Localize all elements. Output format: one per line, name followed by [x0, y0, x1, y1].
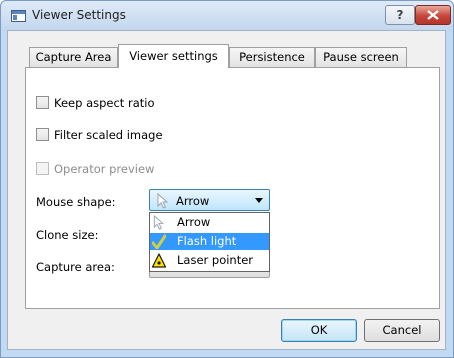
dropdown-option-laser-pointer[interactable]: Laser pointer [150, 252, 269, 269]
operator-preview-label: Operator preview [54, 162, 155, 176]
tab-viewer-settings[interactable]: Viewer settings [118, 44, 229, 68]
tab-pause-screen[interactable]: Pause screen [315, 47, 407, 67]
tab-persistence[interactable]: Persistence [229, 47, 315, 67]
mouse-shape-selected-value: Arrow [176, 194, 210, 208]
dropdown-option-flash-light[interactable]: Flash light [150, 233, 269, 250]
capture-area-label: Capture area: [36, 260, 115, 274]
app-window-icon [11, 10, 26, 22]
mouse-shape-options-list: Arrow Flash light Laser pointer [149, 212, 270, 272]
ok-button[interactable]: OK [281, 319, 357, 342]
keep-aspect-ratio-checkbox[interactable] [36, 96, 49, 109]
keep-aspect-ratio-label: Keep aspect ratio [54, 96, 155, 110]
chevron-down-icon [255, 198, 263, 203]
cancel-button[interactable]: Cancel [364, 319, 440, 342]
dropdown-option-arrow[interactable]: Arrow [150, 214, 269, 231]
filter-scaled-image-label: Filter scaled image [54, 128, 163, 142]
arrow-cursor-icon [157, 193, 169, 209]
mouse-shape-label: Mouse shape: [36, 195, 116, 209]
title-bar[interactable]: Viewer Settings ? [1, 1, 453, 31]
filter-scaled-image-checkbox[interactable] [36, 128, 49, 141]
laser-warning-icon [152, 253, 166, 268]
close-button[interactable] [415, 5, 451, 25]
window-title: Viewer Settings [32, 8, 126, 22]
dropdown-option-label: Flash light [177, 234, 237, 248]
tab-capture-area[interactable]: Capture Area [29, 47, 118, 67]
flashlight-icon [152, 234, 166, 249]
dropdown-option-label: Arrow [177, 215, 211, 229]
arrow-cursor-icon [153, 215, 164, 230]
operator-preview-checkbox [36, 162, 49, 175]
close-icon [427, 10, 439, 20]
help-button[interactable]: ? [385, 5, 415, 25]
dropdown-option-label: Laser pointer [177, 253, 254, 267]
mouse-shape-dropdown[interactable]: Arrow [149, 189, 270, 211]
clone-size-label: Clone size: [36, 228, 99, 242]
